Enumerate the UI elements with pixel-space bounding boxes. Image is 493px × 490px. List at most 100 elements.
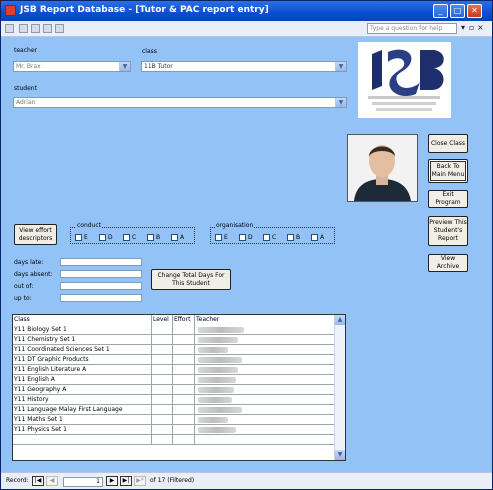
teacher-cell[interactable] <box>195 375 335 385</box>
class-combo[interactable]: 11B Tutor ▼ <box>141 61 347 72</box>
filter-icon[interactable] <box>43 24 52 33</box>
class-cell[interactable]: Y11 English A <box>13 375 152 385</box>
chevron-down-icon[interactable]: ▼ <box>119 62 130 71</box>
up-to-field[interactable] <box>60 294 142 302</box>
teacher-cell[interactable] <box>195 325 335 335</box>
level-cell[interactable] <box>152 385 173 395</box>
class-cell[interactable]: Y11 Geography A <box>13 385 152 395</box>
column-header-level[interactable]: Level <box>152 315 173 325</box>
class-cell[interactable]: Y11 Chemistry Set 1 <box>13 335 152 345</box>
class-cell[interactable]: Y11 Language Malay First Language <box>13 405 152 415</box>
table-row[interactable]: Y11 Geography A <box>13 385 335 395</box>
empty-cell[interactable] <box>195 435 335 445</box>
column-header-class[interactable]: Class <box>13 315 152 325</box>
class-cell[interactable]: Y11 Maths Set 1 <box>13 415 152 425</box>
effort-cell[interactable] <box>173 335 195 345</box>
teacher-cell[interactable] <box>195 345 335 355</box>
undo-icon[interactable] <box>19 24 28 33</box>
scroll-up-icon[interactable]: ▲ <box>335 315 345 325</box>
table-row[interactable]: Y11 English Literature A <box>13 365 335 375</box>
class-cell[interactable]: Y11 Coordinated Sciences Set 1 <box>13 345 152 355</box>
first-record-icon[interactable]: |◀ <box>32 476 44 486</box>
teacher-cell[interactable] <box>195 405 335 415</box>
organisation-a-checkbox[interactable] <box>311 234 318 241</box>
out-of-field[interactable] <box>60 282 142 290</box>
conduct-a-checkbox[interactable] <box>171 234 178 241</box>
level-cell[interactable] <box>152 395 173 405</box>
close-class-button[interactable]: Close Class <box>428 134 468 153</box>
class-cell[interactable]: Y11 English Literature A <box>13 365 152 375</box>
help-search-input[interactable]: Type a question for help <box>367 23 457 34</box>
level-cell[interactable] <box>152 405 173 415</box>
organisation-b-checkbox[interactable] <box>287 234 294 241</box>
restore-form-icon[interactable]: ▫ <box>469 23 474 32</box>
table-row[interactable]: Y11 English A <box>13 375 335 385</box>
teacher-cell[interactable] <box>195 335 335 345</box>
effort-cell[interactable] <box>173 425 195 435</box>
organisation-e-checkbox[interactable] <box>215 234 222 241</box>
column-header-effort[interactable]: Effort <box>173 315 195 325</box>
class-cell[interactable]: Y11 Physics Set 1 <box>13 425 152 435</box>
minimize-icon[interactable]: _ <box>433 4 448 18</box>
days-absent-field[interactable] <box>60 270 142 278</box>
effort-cell[interactable] <box>173 405 195 415</box>
table-row[interactable]: Y11 Maths Set 1 <box>13 415 335 425</box>
level-cell[interactable] <box>152 375 173 385</box>
last-record-icon[interactable]: ▶| <box>120 476 132 486</box>
table-row[interactable]: Y11 Biology Set 1 <box>13 325 335 335</box>
level-cell[interactable] <box>152 345 173 355</box>
class-cell[interactable]: Y11 History <box>13 395 152 405</box>
effort-cell[interactable] <box>173 365 195 375</box>
teacher-cell[interactable] <box>195 355 335 365</box>
organisation-d-checkbox[interactable] <box>239 234 246 241</box>
effort-cell[interactable] <box>173 375 195 385</box>
empty-cell[interactable] <box>13 435 152 445</box>
next-record-icon[interactable]: ▶ <box>106 476 118 486</box>
conduct-b-checkbox[interactable] <box>147 234 154 241</box>
organisation-c-checkbox[interactable] <box>263 234 270 241</box>
teacher-cell[interactable] <box>195 385 335 395</box>
close-form-icon[interactable]: × <box>477 23 484 32</box>
student-combo[interactable]: Adrian ▼ <box>13 97 347 108</box>
table-row[interactable]: Y11 History <box>13 395 335 405</box>
teacher-combo[interactable]: Mr. Brax ▼ <box>13 61 131 72</box>
new-row[interactable] <box>13 435 335 445</box>
change-total-days-button[interactable]: Change Total Days For This Student <box>151 269 231 290</box>
conduct-c-checkbox[interactable] <box>123 234 130 241</box>
previous-record-icon[interactable]: ◀ <box>46 476 58 486</box>
teacher-cell[interactable] <box>195 395 335 405</box>
preview-report-button[interactable]: Preview This Student's Report <box>428 216 468 246</box>
scroll-down-icon[interactable]: ▼ <box>335 450 345 460</box>
close-icon[interactable]: ✕ <box>467 4 482 18</box>
chevron-down-icon[interactable]: ▼ <box>335 62 346 71</box>
form-view-icon[interactable] <box>5 24 14 33</box>
grid-scrollbar[interactable]: ▲ ▼ <box>334 315 345 460</box>
level-cell[interactable] <box>152 335 173 345</box>
empty-cell[interactable] <box>152 435 173 445</box>
effort-cell[interactable] <box>173 345 195 355</box>
table-row[interactable]: Y11 Chemistry Set 1 <box>13 335 335 345</box>
days-late-field[interactable] <box>60 258 142 266</box>
record-number-field[interactable]: 1 <box>63 477 103 487</box>
conduct-e-checkbox[interactable] <box>75 234 82 241</box>
find-icon[interactable] <box>55 24 64 33</box>
table-row[interactable]: Y11 DT Graphic Products <box>13 355 335 365</box>
level-cell[interactable] <box>152 425 173 435</box>
effort-cell[interactable] <box>173 385 195 395</box>
new-record-icon[interactable]: ▶* <box>134 476 146 486</box>
teacher-cell[interactable] <box>195 415 335 425</box>
effort-cell[interactable] <box>173 395 195 405</box>
effort-cell[interactable] <box>173 355 195 365</box>
column-header-teacher[interactable]: Teacher <box>195 315 335 325</box>
level-cell[interactable] <box>152 365 173 375</box>
help-dropdown-icon[interactable]: ▾ <box>461 23 465 32</box>
table-row[interactable]: Y11 Language Malay First Language <box>13 405 335 415</box>
table-row[interactable]: Y11 Physics Set 1 <box>13 425 335 435</box>
chevron-down-icon[interactable]: ▼ <box>335 98 346 107</box>
level-cell[interactable] <box>152 355 173 365</box>
effort-cell[interactable] <box>173 415 195 425</box>
class-cell[interactable]: Y11 DT Graphic Products <box>13 355 152 365</box>
level-cell[interactable] <box>152 325 173 335</box>
teacher-cell[interactable] <box>195 425 335 435</box>
level-cell[interactable] <box>152 415 173 425</box>
